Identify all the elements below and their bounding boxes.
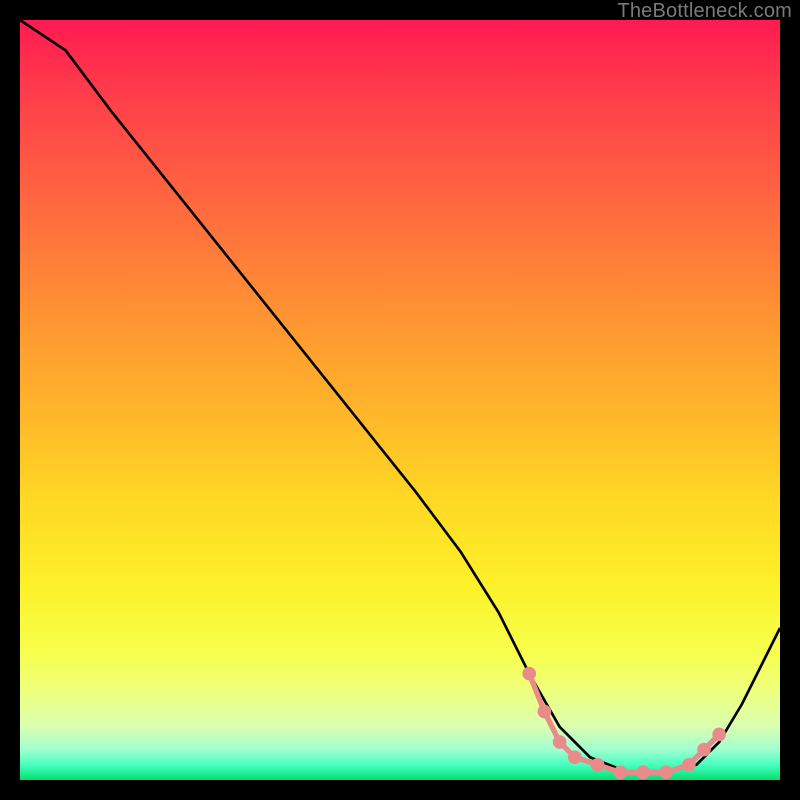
marker-dot <box>712 728 726 742</box>
marker-dot <box>682 758 696 772</box>
marker-dot <box>659 766 673 780</box>
marker-dot <box>636 766 650 780</box>
marker-dot <box>538 705 552 719</box>
marker-dot <box>522 667 536 681</box>
marker-dot <box>591 758 605 772</box>
chart-svg <box>20 20 780 780</box>
marker-dot <box>697 743 711 757</box>
marker-dot <box>614 766 628 780</box>
chart-frame: TheBottleneck.com <box>0 0 800 800</box>
plot-area <box>20 20 780 780</box>
main-curve <box>20 20 780 772</box>
marker-dot <box>553 735 567 749</box>
marker-dot <box>568 750 582 764</box>
